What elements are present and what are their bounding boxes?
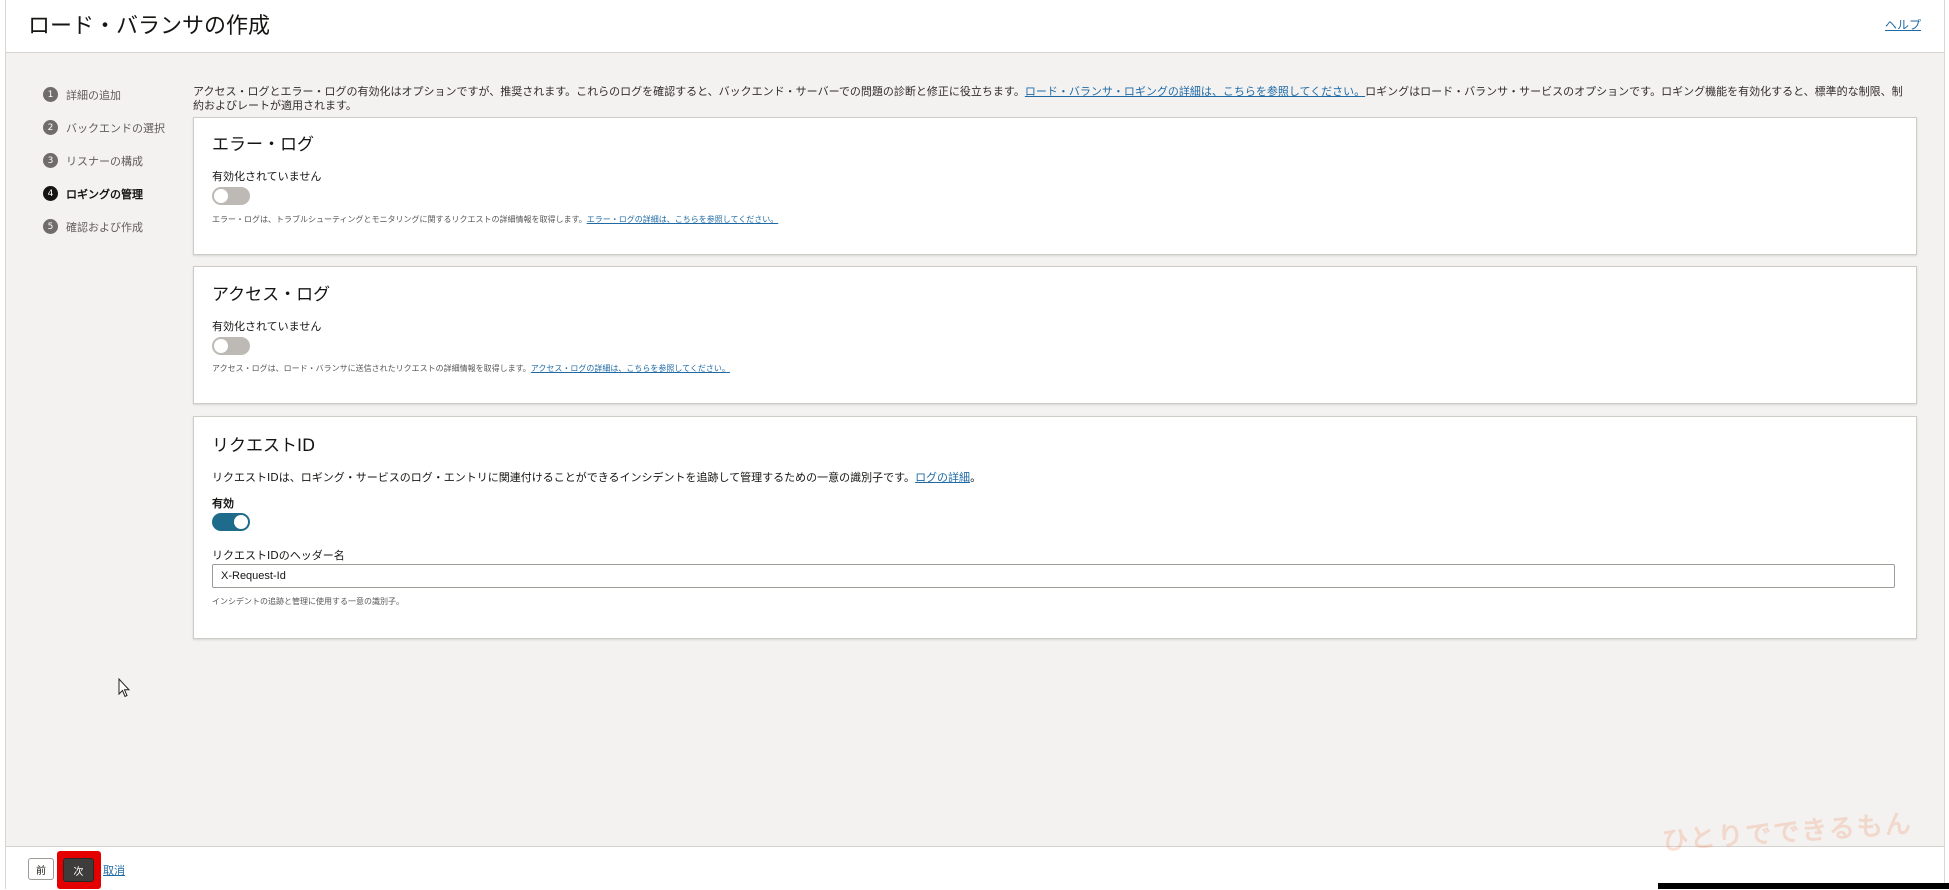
mouse-cursor-icon	[118, 678, 130, 698]
step-review-create[interactable]: 5 確認および作成	[43, 210, 193, 243]
access-log-status: 有効化されていません	[212, 320, 322, 333]
step-number: 4	[43, 186, 58, 201]
step-label: リスナーの構成	[66, 154, 143, 168]
step-label: ロギングの管理	[66, 187, 143, 201]
request-id-link-suffix: 。	[970, 471, 982, 484]
previous-button[interactable]: 前	[28, 858, 54, 880]
page-frame: ロード・バランサの作成 ヘルプ 1 詳細の追加 2 バックエンドの選択 3 リス…	[5, 0, 1945, 890]
page-title: ロード・バランサの作成	[28, 14, 271, 39]
cancel-link[interactable]: 取消	[103, 862, 125, 878]
intro-text-before: アクセス・ログとエラー・ログの有効化はオプションですが、推奨されます。これらのロ…	[193, 85, 1025, 98]
intro-text: アクセス・ログとエラー・ログの有効化はオプションですが、推奨されます。これらのロ…	[193, 85, 1913, 113]
step-number: 5	[43, 219, 58, 234]
next-button-highlight: 次	[57, 851, 101, 889]
step-label: 詳細の追加	[66, 88, 121, 102]
toggle-knob	[214, 189, 228, 203]
request-id-description-text: リクエストIDは、ロギング・サービスのログ・エントリに関連付けることができるイン…	[212, 471, 916, 484]
request-id-header-label: リクエストIDのヘッダー名	[212, 549, 345, 562]
request-id-description: リクエストIDは、ロギング・サービスのログ・エントリに関連付けることができるイン…	[212, 469, 981, 485]
error-log-details-link[interactable]: エラー・ログの詳細は、こちらを参照してください。	[587, 215, 779, 224]
access-log-description: アクセス・ログは、ロード・バランサに送信されたリクエストの詳細情報を取得します。…	[212, 363, 730, 374]
request-id-card: リクエストID リクエストIDは、ロギング・サービスのログ・エントリに関連付ける…	[193, 416, 1917, 639]
error-log-title: エラー・ログ	[212, 135, 314, 155]
wizard-steps: 1 詳細の追加 2 バックエンドの選択 3 リスナーの構成 4 ロギングの管理 …	[43, 78, 193, 243]
error-log-card: エラー・ログ 有効化されていません エラー・ログは、トラブルシューティングとモニ…	[193, 117, 1917, 255]
step-label: 確認および作成	[66, 220, 143, 234]
access-log-card: アクセス・ログ 有効化されていません アクセス・ログは、ロード・バランサに送信さ…	[193, 266, 1917, 404]
request-id-toggle[interactable]	[212, 513, 250, 531]
request-id-status: 有効	[212, 497, 234, 510]
access-log-toggle[interactable]	[212, 337, 250, 355]
access-log-description-text: アクセス・ログは、ロード・バランサに送信されたリクエストの詳細情報を取得します。	[212, 364, 531, 373]
toggle-knob	[214, 339, 228, 353]
error-log-status: 有効化されていません	[212, 170, 322, 183]
error-log-toggle[interactable]	[212, 187, 250, 205]
step-add-details[interactable]: 1 詳細の追加	[43, 78, 193, 111]
step-number: 3	[43, 153, 58, 168]
toggle-knob	[234, 515, 248, 529]
step-number: 1	[43, 87, 58, 102]
step-manage-logging[interactable]: 4 ロギングの管理	[43, 177, 193, 210]
step-label: バックエンドの選択	[66, 121, 165, 135]
step-number: 2	[43, 120, 58, 135]
logging-details-link[interactable]: ロード・バランサ・ロギングの詳細は、こちらを参照してください。	[1025, 85, 1365, 98]
page-footer: 前 次 取消	[6, 846, 1944, 890]
request-id-hint: インシデントの追跡と管理に使用する一意の識別子。	[212, 597, 404, 606]
error-log-description: エラー・ログは、トラブルシューティングとモニタリングに関するリクエストの詳細情報…	[212, 214, 778, 225]
access-log-details-link[interactable]: アクセス・ログの詳細は、こちらを参照してください。	[531, 364, 730, 373]
step-choose-backends[interactable]: 2 バックエンドの選択	[43, 111, 193, 144]
log-details-link[interactable]: ログの詳細	[915, 471, 970, 484]
page-header: ロード・バランサの作成 ヘルプ	[6, 0, 1944, 53]
error-log-description-text: エラー・ログは、トラブルシューティングとモニタリングに関するリクエストの詳細情報…	[212, 215, 587, 224]
bottom-bar	[1658, 883, 1949, 889]
next-button[interactable]: 次	[63, 858, 94, 882]
step-configure-listener[interactable]: 3 リスナーの構成	[43, 144, 193, 177]
request-id-header-input[interactable]	[212, 564, 1895, 588]
help-link[interactable]: ヘルプ	[1885, 16, 1921, 33]
request-id-title: リクエストID	[212, 436, 316, 456]
access-log-title: アクセス・ログ	[212, 285, 331, 305]
